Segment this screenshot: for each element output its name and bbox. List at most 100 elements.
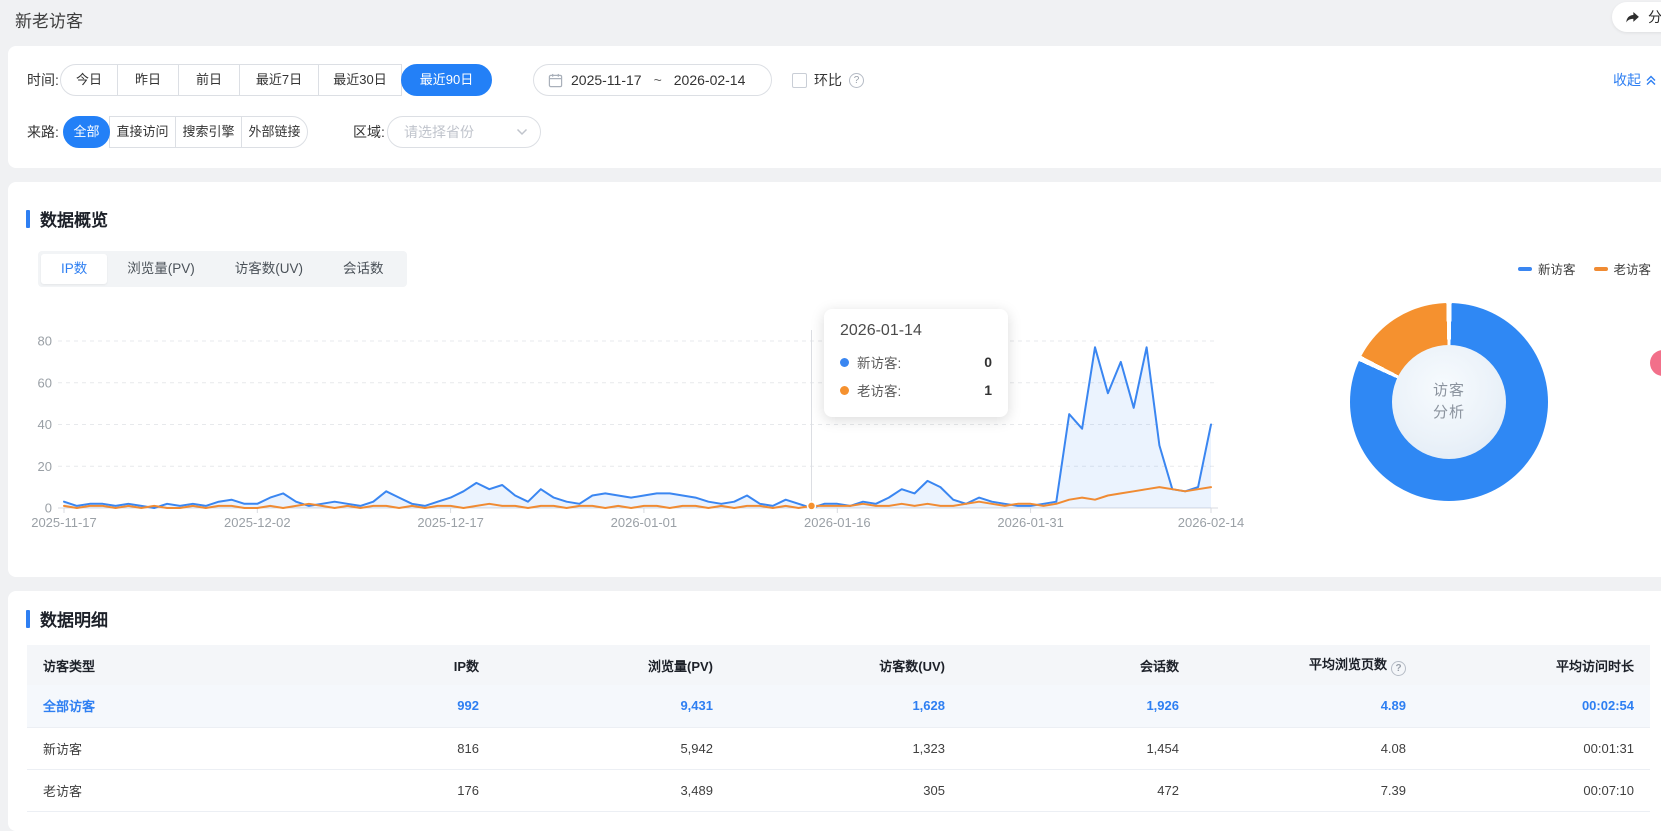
metric-value-cell: 992 [245, 685, 495, 727]
date-separator: ~ [654, 72, 662, 88]
metric-tabs: IP数浏览量(PV)访客数(UV)会话数 [38, 251, 407, 287]
time-range-button[interactable]: 最近90日 [401, 64, 492, 96]
time-filter-row: 时间: 今日昨日前日最近7日最近30日最近90日 2025-11-17 ~ 20… [8, 64, 1661, 96]
region-select[interactable]: 请选择省份 [387, 116, 541, 148]
column-header: 平均访问时长 [1422, 645, 1650, 685]
metric-value-cell: 176 [245, 769, 495, 811]
line-chart[interactable]: 0204060802025-11-172025-12-022025-12-172… [8, 292, 1248, 542]
column-header: 会话数 [961, 645, 1195, 685]
tooltip-series-label: 老访客: [857, 380, 901, 400]
tooltip-series-value: 1 [984, 382, 992, 398]
column-header: 平均浏览页数 [1195, 645, 1422, 685]
column-header: 浏览量(PV) [495, 645, 729, 685]
compare-checkbox[interactable] [792, 73, 807, 88]
time-range-group: 今日昨日前日最近7日最近30日最近90日 [60, 64, 492, 96]
collapse-link[interactable]: 收起 [1613, 64, 1657, 96]
chevron-down-icon [516, 128, 528, 136]
table-row: 全部访客9929,4311,6281,9264.8900:02:54 [27, 685, 1650, 727]
title-accent-bar [26, 610, 30, 628]
chevron-double-up-icon [1645, 74, 1657, 87]
svg-text:2026-01-01: 2026-01-01 [611, 515, 678, 530]
compare-label: 环比 [814, 70, 842, 90]
table-row: 新访客8165,9421,3231,4544.0800:01:31 [27, 727, 1650, 769]
svg-text:2026-01-16: 2026-01-16 [804, 515, 871, 530]
svg-text:60: 60 [38, 375, 52, 390]
metric-value-cell: 00:01:31 [1422, 727, 1650, 769]
tooltip-rows: 新访客: 0 老访客: 1 [840, 352, 992, 400]
tooltip-date: 2026-01-14 [840, 322, 992, 340]
legend-label: 新访客 [1538, 259, 1576, 278]
donut-chart[interactable]: 访客分析 [1350, 303, 1548, 501]
svg-text:0: 0 [45, 501, 52, 516]
visitor-type-cell: 老访客 [27, 769, 245, 811]
metric-tab[interactable]: IP数 [41, 254, 107, 284]
time-range-button[interactable]: 昨日 [117, 64, 179, 96]
time-range-button[interactable]: 最近7日 [239, 64, 319, 96]
tooltip-series-label: 新访客: [857, 352, 901, 372]
tooltip-series-value: 0 [984, 354, 992, 370]
date-end: 2026-02-14 [674, 72, 746, 88]
metric-value-cell: 1,926 [961, 685, 1195, 727]
metric-value-cell: 00:07:10 [1422, 769, 1650, 811]
metric-tab[interactable]: 访客数(UV) [215, 254, 323, 284]
compare-toggle[interactable]: 环比 [792, 64, 864, 96]
metric-value-cell: 816 [245, 727, 495, 769]
metric-value-cell: 7.39 [1195, 769, 1422, 811]
time-range-button[interactable]: 今日 [60, 64, 118, 96]
chart-tooltip: 2026-01-14 新访客: 0 老访客: 1 [824, 309, 1008, 417]
column-header: IP数 [245, 645, 495, 685]
metric-value-cell: 00:02:54 [1422, 685, 1650, 727]
legend-item[interactable]: 老访客 [1594, 259, 1652, 278]
share-icon [1624, 9, 1641, 26]
date-start: 2025-11-17 [571, 72, 642, 88]
metric-tab[interactable]: 浏览量(PV) [107, 254, 215, 284]
metric-value-cell: 9,431 [495, 685, 729, 727]
source-group: 全部直接访问搜索引擎外部链接 [63, 116, 308, 148]
legend-swatch [1518, 267, 1532, 271]
donut-center-label: 访客分析 [1433, 380, 1465, 424]
legend-swatch [1594, 267, 1608, 271]
svg-text:2026-01-31: 2026-01-31 [997, 515, 1064, 530]
source-button[interactable]: 全部 [63, 116, 110, 148]
donut-center: 访客分析 [1392, 345, 1506, 459]
metric-value-cell: 472 [961, 769, 1195, 811]
svg-text:80: 80 [38, 334, 52, 349]
legend-item[interactable]: 新访客 [1518, 259, 1576, 278]
source-button[interactable]: 搜索引擎 [175, 116, 242, 148]
column-help-icon[interactable] [1391, 661, 1406, 676]
detail-table: 访客类型IP数浏览量(PV)访客数(UV)会话数平均浏览页数平均访问时长 全部访… [27, 645, 1650, 812]
visitor-type-cell[interactable]: 全部访客 [27, 685, 245, 727]
table-header: 访客类型IP数浏览量(PV)访客数(UV)会话数平均浏览页数平均访问时长 [27, 645, 1650, 685]
collapse-label: 收起 [1613, 70, 1641, 90]
metric-value-cell: 1,454 [961, 727, 1195, 769]
region-label: 区域: [353, 116, 385, 148]
svg-text:2025-12-02: 2025-12-02 [224, 515, 291, 530]
source-button[interactable]: 外部链接 [241, 116, 308, 148]
chart-legend: 新访客 老访客 [1518, 259, 1651, 278]
title-accent-bar [26, 210, 30, 228]
compare-help-icon[interactable] [849, 73, 864, 88]
series-dot [840, 358, 849, 367]
time-range-button[interactable]: 前日 [178, 64, 240, 96]
source-button[interactable]: 直接访问 [109, 116, 176, 148]
calendar-icon [548, 73, 563, 88]
svg-text:2025-11-17: 2025-11-17 [31, 515, 97, 530]
time-filter-label: 时间: [27, 64, 59, 96]
date-range-picker[interactable]: 2025-11-17 ~ 2026-02-14 [533, 64, 772, 96]
metric-value-cell: 305 [729, 769, 961, 811]
page-title: 新老访客 [15, 7, 83, 32]
time-range-button[interactable]: 最近30日 [318, 64, 402, 96]
metric-value-cell: 4.89 [1195, 685, 1422, 727]
share-button[interactable]: 分享 [1612, 2, 1661, 32]
metric-value-cell: 1,628 [729, 685, 961, 727]
metric-tab[interactable]: 会话数 [323, 254, 404, 284]
tooltip-row: 老访客: 1 [840, 380, 992, 400]
metric-value-cell: 4.08 [1195, 727, 1422, 769]
tooltip-row: 新访客: 0 [840, 352, 992, 372]
floating-widget[interactable] [1650, 350, 1661, 376]
region-placeholder: 请选择省份 [404, 122, 474, 142]
source-filter-row: 来路: 全部直接访问搜索引擎外部链接 区域: 请选择省份 [8, 116, 1661, 148]
detail-section-title: 数据明细 [26, 606, 108, 631]
legend-label: 老访客 [1614, 259, 1652, 278]
table-row: 老访客1763,4893054727.3900:07:10 [27, 769, 1650, 811]
